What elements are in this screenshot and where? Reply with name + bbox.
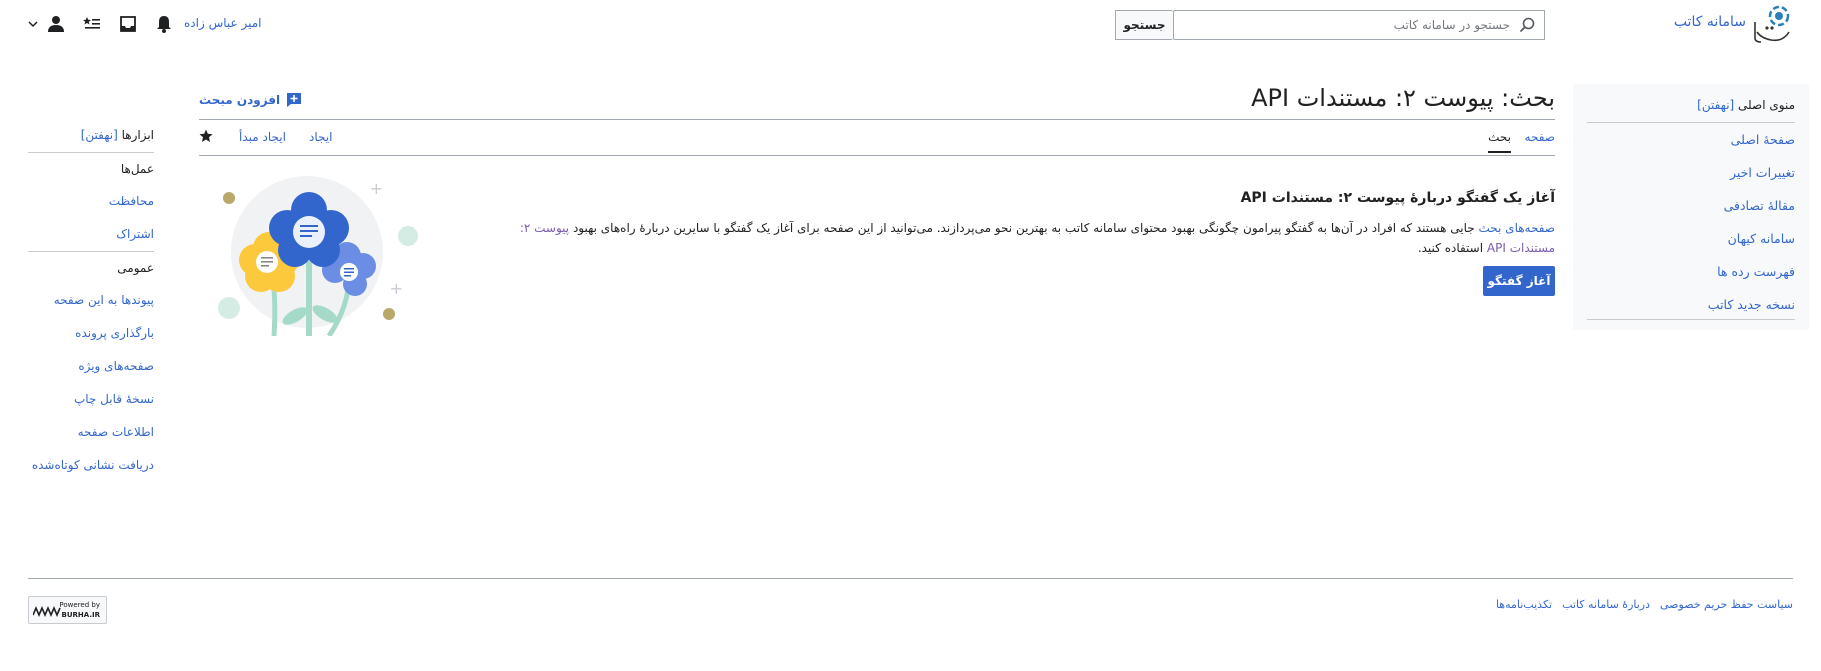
tools-menu: ابزارها [نهفتن] عمل‌ها محافظت اشتراک عمو… xyxy=(28,128,154,482)
footer-links: سیاست حفظ حریم خصوصی دربارهٔ سامانه کاتب… xyxy=(1496,598,1793,611)
menu-item-recent-changes[interactable]: تغییرات اخیر xyxy=(1730,165,1795,180)
tool-short-url[interactable]: دریافت نشانی کوتاه‌شده xyxy=(32,458,154,472)
bell-icon[interactable] xyxy=(146,12,182,36)
empty-state: آغاز یک گفتگو دربارهٔ پیوست ۲: مستندات A… xyxy=(199,156,1555,336)
tab-create-source[interactable]: ایجاد مبدأ xyxy=(239,130,286,144)
powered-by-text: Powered by xyxy=(59,601,100,609)
menu-item-keyhan-system[interactable]: سامانه کیهان xyxy=(1728,231,1795,246)
user-icon[interactable] xyxy=(38,12,74,36)
footer-privacy-link[interactable]: سیاست حفظ حریم خصوصی xyxy=(1660,598,1793,611)
menu-item-main-page[interactable]: صفحهٔ اصلی xyxy=(1731,132,1795,147)
search-button[interactable]: جستجو xyxy=(1115,10,1173,40)
tool-printable-version[interactable]: نسخهٔ قابل چاپ xyxy=(74,392,154,406)
start-discussion-button[interactable]: آغاز گفتگو xyxy=(1483,266,1555,296)
search-input[interactable] xyxy=(1173,10,1545,40)
header: سامانه کاتب جستجو امیر عباس زاده xyxy=(0,0,1821,48)
tool-share[interactable]: اشتراک xyxy=(116,227,154,241)
footer-divider xyxy=(28,578,1793,579)
tool-upload-file[interactable]: بارگذاری پرونده xyxy=(75,326,154,340)
chevron-down-icon[interactable] xyxy=(28,12,38,36)
tool-protect[interactable]: محافظت xyxy=(109,194,154,208)
main-menu-title: منوی اصلی xyxy=(1738,98,1795,112)
search-box: جستجو xyxy=(1115,10,1545,40)
add-topic-button[interactable]: افزودن مبحث xyxy=(199,92,302,108)
general-heading: عمومی xyxy=(117,261,154,275)
watchlist-icon[interactable] xyxy=(74,12,110,36)
tool-special-pages[interactable]: صفحه‌های ویژه xyxy=(78,359,154,373)
tab-talk[interactable]: بحث xyxy=(1488,130,1511,153)
menu-item-category-list[interactable]: فهرست رده ها xyxy=(1717,264,1795,279)
user-tools xyxy=(28,12,182,36)
star-icon[interactable] xyxy=(199,129,213,143)
inbox-icon[interactable] xyxy=(110,12,146,36)
footer-about-link[interactable]: دربارهٔ سامانه کاتب xyxy=(1562,598,1650,611)
title-row: بحث: پیوست ۲: مستندات API افزودن مبحث xyxy=(199,78,1555,120)
username-link[interactable]: امیر عباس زاده xyxy=(184,16,261,30)
talk-pages-link[interactable]: صفحه‌های بحث xyxy=(1479,221,1556,235)
tools-title: ابزارها xyxy=(121,128,154,142)
powered-by-logo-icon xyxy=(33,605,61,617)
powered-by-brand: BURHA.IR xyxy=(61,611,100,619)
menu-item-random-article[interactable]: مقالهٔ تصادفی xyxy=(1724,198,1795,213)
main-content: بحث: پیوست ۲: مستندات API افزودن مبحث صف… xyxy=(199,78,1555,336)
tool-page-info[interactable]: اطلاعات صفحه xyxy=(78,425,154,439)
desc-text-1: جایی هستند که افراد در آن‌ها به گفتگو پی… xyxy=(569,221,1479,235)
tools-header: ابزارها [نهفتن] xyxy=(28,128,154,153)
main-menu: منوی اصلی [نهفتن] صفحهٔ اصلی تغییرات اخی… xyxy=(1573,84,1809,330)
empty-state-description: صفحه‌های بحث جایی هستند که افراد در آن‌ه… xyxy=(475,218,1555,258)
site-logo-icon[interactable] xyxy=(1749,2,1793,44)
desc-text-2: استفاده کنید. xyxy=(1417,241,1487,255)
tab-create[interactable]: ایجاد xyxy=(309,130,332,144)
main-menu-hide-button[interactable]: [نهفتن] xyxy=(1697,98,1734,112)
site-name[interactable]: سامانه کاتب xyxy=(1674,14,1746,30)
main-menu-header: منوی اصلی [نهفتن] xyxy=(1587,98,1795,123)
tool-what-links-here[interactable]: پیوندها به این صفحه xyxy=(54,293,154,307)
page-title: بحث: پیوست ۲: مستندات API xyxy=(1251,84,1555,112)
add-speech-bubble-icon xyxy=(287,93,302,107)
actions-heading: عمل‌ها xyxy=(120,162,154,176)
svg-text:+: + xyxy=(370,179,383,198)
flowers-illustration: + + + xyxy=(218,176,418,336)
search-icon xyxy=(1519,17,1535,33)
powered-by-badge[interactable]: Powered by BURHA.IR xyxy=(28,596,107,624)
menu-item-new-version[interactable]: نسخه جدید کاتب xyxy=(1708,297,1795,312)
tabs-row: صفحه بحث ایجاد ایجاد مبدأ xyxy=(199,120,1555,156)
footer-disclaimers-link[interactable]: تکذیب‌نامه‌ها xyxy=(1496,598,1552,611)
svg-text:+: + xyxy=(390,279,403,298)
tools-hide-button[interactable]: [نهفتن] xyxy=(81,128,118,142)
add-topic-label: افزودن مبحث xyxy=(199,93,281,107)
tab-page[interactable]: صفحه xyxy=(1525,130,1555,144)
empty-state-heading: آغاز یک گفتگو دربارهٔ پیوست ۲: مستندات A… xyxy=(1240,190,1555,206)
